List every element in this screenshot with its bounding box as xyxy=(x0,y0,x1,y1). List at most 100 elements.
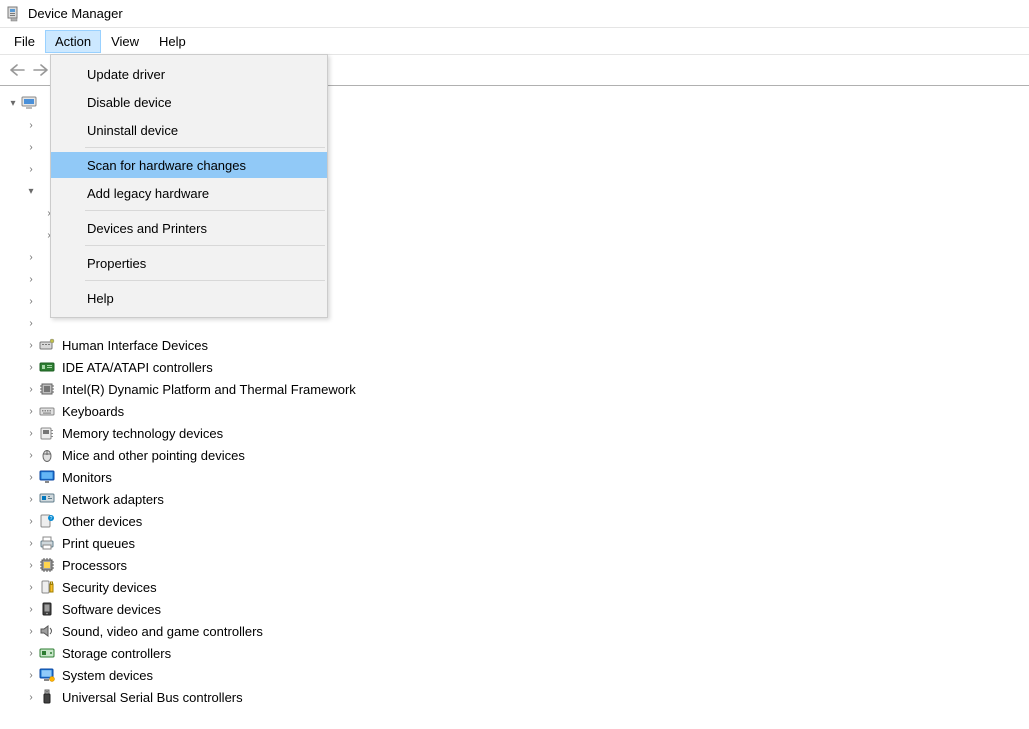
titlebar: Device Manager xyxy=(0,0,1029,28)
tree-label: Human Interface Devices xyxy=(60,335,210,356)
tree-node-network[interactable]: › Network adapters xyxy=(6,488,1029,510)
chevron-right-icon[interactable]: › xyxy=(24,357,38,378)
tree-label: Print queues xyxy=(60,533,137,554)
security-icon xyxy=(38,579,56,595)
keyboard-icon xyxy=(38,403,56,419)
tree-label: Storage controllers xyxy=(60,643,173,664)
chevron-right-icon[interactable]: › xyxy=(24,335,38,356)
tree-node-mem-tech[interactable]: › Memory technology devices xyxy=(6,422,1029,444)
tree-node-sound[interactable]: › Sound, video and game controllers xyxy=(6,620,1029,642)
chevron-right-icon[interactable]: › xyxy=(24,467,38,488)
chevron-right-icon[interactable]: › xyxy=(24,687,38,708)
tree-node-print[interactable]: › Print queues xyxy=(6,532,1029,554)
tree-label: Keyboards xyxy=(60,401,126,422)
tree-node-usb[interactable]: › Universal Serial Bus controllers xyxy=(6,686,1029,708)
memory-icon xyxy=(38,425,56,441)
menu-devices-printers[interactable]: Devices and Printers xyxy=(51,215,327,241)
mouse-icon xyxy=(38,447,56,463)
network-icon xyxy=(38,491,56,507)
chevron-right-icon[interactable]: › xyxy=(24,379,38,400)
dropdown-separator xyxy=(85,245,325,246)
usb-icon xyxy=(38,689,56,705)
tree-label: Processors xyxy=(60,555,129,576)
menu-add-legacy[interactable]: Add legacy hardware xyxy=(51,180,327,206)
storage-icon xyxy=(38,645,56,661)
menu-file[interactable]: File xyxy=(4,30,45,53)
tree-label: System devices xyxy=(60,665,155,686)
chevron-right-icon[interactable]: › xyxy=(24,511,38,532)
chevron-down-icon[interactable]: ▾ xyxy=(6,93,20,114)
tree-node-monitors[interactable]: › Monitors xyxy=(6,466,1029,488)
tree-node-keyboards[interactable]: › Keyboards xyxy=(6,400,1029,422)
chevron-right-icon[interactable]: › xyxy=(24,445,38,466)
forward-icon[interactable] xyxy=(30,59,52,81)
menu-properties[interactable]: Properties xyxy=(51,250,327,276)
svg-text:?: ? xyxy=(50,516,53,522)
chevron-right-icon[interactable]: › xyxy=(24,291,38,312)
chevron-right-icon[interactable]: › xyxy=(24,621,38,642)
computer-icon xyxy=(20,95,38,111)
dropdown-separator xyxy=(85,280,325,281)
hid-icon xyxy=(38,337,56,353)
chevron-right-icon[interactable]: › xyxy=(24,159,38,180)
menu-help[interactable]: Help xyxy=(51,285,327,311)
sound-icon xyxy=(38,623,56,639)
menu-disable-device[interactable]: Disable device xyxy=(51,89,327,115)
chevron-right-icon[interactable]: › xyxy=(24,269,38,290)
chevron-right-icon[interactable]: › xyxy=(24,577,38,598)
ide-icon xyxy=(38,359,56,375)
chevron-right-icon[interactable]: › xyxy=(24,137,38,158)
tree-label: Software devices xyxy=(60,599,163,620)
chevron-right-icon[interactable]: › xyxy=(24,665,38,686)
tree-node-hid[interactable]: › Human Interface Devices xyxy=(6,334,1029,356)
tree-node-system[interactable]: › System devices xyxy=(6,664,1029,686)
tree-node-security[interactable]: › Security devices xyxy=(6,576,1029,598)
tree-node-storage[interactable]: › Storage controllers xyxy=(6,642,1029,664)
chevron-right-icon[interactable]: › xyxy=(24,489,38,510)
processor-icon xyxy=(38,557,56,573)
chevron-right-icon[interactable]: › xyxy=(24,401,38,422)
software-devices-icon xyxy=(38,601,56,617)
menu-uninstall-device[interactable]: Uninstall device xyxy=(51,117,327,143)
menubar: File Action View Help xyxy=(0,28,1029,54)
dropdown-separator xyxy=(85,210,325,211)
tree-label: Network adapters xyxy=(60,489,166,510)
tree-label: Security devices xyxy=(60,577,159,598)
tree-node-processors[interactable]: › Processors xyxy=(6,554,1029,576)
chevron-right-icon[interactable]: › xyxy=(24,115,38,136)
chevron-right-icon[interactable]: › xyxy=(24,423,38,444)
action-dropdown: Update driver Disable device Uninstall d… xyxy=(50,54,328,318)
chip-icon xyxy=(38,381,56,397)
menu-scan-hardware[interactable]: Scan for hardware changes xyxy=(51,152,327,178)
menu-action[interactable]: Action xyxy=(45,30,101,53)
other-devices-icon: ? xyxy=(38,513,56,529)
dropdown-separator xyxy=(85,147,325,148)
monitor-icon xyxy=(38,469,56,485)
chevron-right-icon[interactable]: › xyxy=(24,599,38,620)
chevron-right-icon[interactable]: › xyxy=(24,555,38,576)
tree-label: Universal Serial Bus controllers xyxy=(60,687,245,708)
back-icon[interactable] xyxy=(6,59,28,81)
tree-label: Mice and other pointing devices xyxy=(60,445,247,466)
tree-node-ide[interactable]: › IDE ATA/ATAPI controllers xyxy=(6,356,1029,378)
tree-node-software[interactable]: › Software devices xyxy=(6,598,1029,620)
chevron-right-icon[interactable]: › xyxy=(24,533,38,554)
printer-icon xyxy=(38,535,56,551)
device-manager-icon xyxy=(6,6,22,22)
chevron-right-icon[interactable]: › xyxy=(24,247,38,268)
chevron-right-icon[interactable]: › xyxy=(24,643,38,664)
tree-label: Intel(R) Dynamic Platform and Thermal Fr… xyxy=(60,379,358,400)
tree-node-mice[interactable]: › Mice and other pointing devices xyxy=(6,444,1029,466)
tree-label: IDE ATA/ATAPI controllers xyxy=(60,357,215,378)
chevron-down-icon[interactable]: ▾ xyxy=(24,181,38,202)
system-devices-icon xyxy=(38,667,56,683)
window-title: Device Manager xyxy=(28,6,123,21)
menu-update-driver[interactable]: Update driver xyxy=(51,61,327,87)
menu-help[interactable]: Help xyxy=(149,30,196,53)
tree-node-other[interactable]: › ? Other devices xyxy=(6,510,1029,532)
menu-view[interactable]: View xyxy=(101,30,149,53)
chevron-right-icon[interactable]: › xyxy=(24,313,38,334)
tree-label: Other devices xyxy=(60,511,144,532)
tree-node-intel-dptf[interactable]: › Intel(R) Dynamic Platform and Thermal … xyxy=(6,378,1029,400)
tree-label: Memory technology devices xyxy=(60,423,225,444)
